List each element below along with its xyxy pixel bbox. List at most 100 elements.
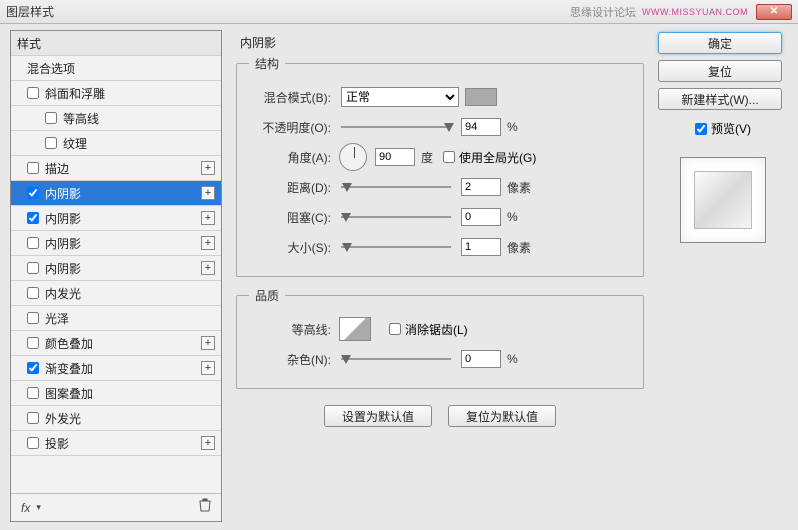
sidebar-item-5[interactable]: 内阴影 + xyxy=(11,206,221,231)
sidebar-item-10[interactable]: 颜色叠加+ xyxy=(11,331,221,356)
add-effect-icon[interactable]: + xyxy=(201,186,215,200)
size-label: 大小(S): xyxy=(249,239,331,256)
sidebar-item-label: 内阴影 xyxy=(45,185,81,202)
sidebar-item-9[interactable]: 光泽 xyxy=(11,306,221,331)
sidebar-item-label: 描边 xyxy=(45,160,69,177)
sidebar-item-12[interactable]: 图案叠加 xyxy=(11,381,221,406)
distance-input[interactable] xyxy=(461,178,501,196)
choke-slider[interactable] xyxy=(341,211,451,223)
preview-checkbox[interactable]: 预览(V) xyxy=(658,120,788,137)
size-unit: 像素 xyxy=(507,239,531,256)
reset-default-button[interactable]: 复位为默认值 xyxy=(448,405,556,427)
close-button[interactable]: ✕ xyxy=(756,4,792,20)
sidebar-item-checkbox[interactable] xyxy=(27,237,39,249)
sidebar-item-label: 内发光 xyxy=(45,285,81,302)
quality-legend: 品质 xyxy=(249,287,285,304)
shadow-color-swatch[interactable] xyxy=(465,88,497,106)
sidebar-blending-options[interactable]: 混合选项 xyxy=(11,56,221,81)
make-default-button[interactable]: 设置为默认值 xyxy=(324,405,432,427)
sidebar-item-7[interactable]: 内阴影 + xyxy=(11,256,221,281)
add-effect-icon[interactable]: + xyxy=(201,236,215,250)
global-light-checkbox[interactable]: 使用全局光(G) xyxy=(443,149,536,166)
choke-input[interactable] xyxy=(461,208,501,226)
add-effect-icon[interactable]: + xyxy=(201,361,215,375)
dialog-buttons: 确定 复位 新建样式(W)... 预览(V) xyxy=(658,30,788,522)
chevron-down-icon[interactable]: ▾ xyxy=(36,502,41,513)
preview-box xyxy=(680,157,766,243)
sidebar-item-checkbox[interactable] xyxy=(27,262,39,274)
sidebar-item-checkbox[interactable] xyxy=(27,87,39,99)
noise-slider[interactable] xyxy=(341,353,451,365)
credits-text: 思缘设计论坛 xyxy=(570,4,636,20)
sidebar-item-label: 内阴影 xyxy=(45,210,81,227)
size-slider[interactable] xyxy=(341,241,451,253)
sidebar-item-checkbox[interactable] xyxy=(27,362,39,374)
trash-icon[interactable] xyxy=(199,498,211,517)
blend-mode-select[interactable]: 正常 xyxy=(341,87,459,107)
sidebar-item-3[interactable]: 描边 + xyxy=(11,156,221,181)
add-effect-icon[interactable]: + xyxy=(201,261,215,275)
add-effect-icon[interactable]: + xyxy=(201,336,215,350)
add-effect-icon[interactable]: + xyxy=(201,211,215,225)
opacity-unit: % xyxy=(507,120,518,134)
distance-label: 距离(D): xyxy=(249,179,331,196)
sidebar-item-label: 渐变叠加 xyxy=(45,360,93,377)
sidebar-item-label: 等高线 xyxy=(63,110,99,127)
window-title: 图层样式 xyxy=(6,3,570,20)
angle-label: 角度(A): xyxy=(249,149,331,166)
add-effect-icon[interactable]: + xyxy=(201,161,215,175)
sidebar-item-checkbox[interactable] xyxy=(45,137,57,149)
sidebar-item-checkbox[interactable] xyxy=(27,412,39,424)
size-input[interactable] xyxy=(461,238,501,256)
sidebar-item-label: 内阴影 xyxy=(45,260,81,277)
sidebar-item-label: 光泽 xyxy=(45,310,69,327)
sidebar-item-8[interactable]: 内发光 xyxy=(11,281,221,306)
opacity-label: 不透明度(O): xyxy=(249,119,331,136)
sidebar-item-checkbox[interactable] xyxy=(27,162,39,174)
sidebar-item-checkbox[interactable] xyxy=(27,437,39,449)
angle-unit: 度 xyxy=(421,149,433,166)
sidebar-item-checkbox[interactable] xyxy=(27,212,39,224)
blend-mode-label: 混合模式(B): xyxy=(249,89,331,106)
quality-group: 品质 等高线: 消除锯齿(L) 杂色(N): % xyxy=(236,287,644,389)
sidebar-item-checkbox[interactable] xyxy=(27,337,39,349)
sidebar-item-label: 斜面和浮雕 xyxy=(45,85,105,102)
sidebar-item-checkbox[interactable] xyxy=(27,187,39,199)
sidebar-item-4[interactable]: 内阴影 + xyxy=(11,181,221,206)
opacity-input[interactable] xyxy=(461,118,501,136)
angle-input[interactable] xyxy=(375,148,415,166)
noise-input[interactable] xyxy=(461,350,501,368)
sidebar-item-2[interactable]: 纹理 xyxy=(11,131,221,156)
choke-unit: % xyxy=(507,210,518,224)
sidebar-item-checkbox[interactable] xyxy=(27,387,39,399)
sidebar-item-1[interactable]: 等高线 xyxy=(11,106,221,131)
credits-url: WWW.MISSYUAN.COM xyxy=(642,7,748,17)
sidebar-item-13[interactable]: 外发光 xyxy=(11,406,221,431)
sidebar-item-checkbox[interactable] xyxy=(27,312,39,324)
fx-menu[interactable]: fx xyxy=(21,501,30,515)
sidebar-item-checkbox[interactable] xyxy=(27,287,39,299)
sidebar-item-label: 内阴影 xyxy=(45,235,81,252)
ok-button[interactable]: 确定 xyxy=(658,32,782,54)
new-style-button[interactable]: 新建样式(W)... xyxy=(658,88,782,110)
sidebar-header: 样式 xyxy=(11,31,221,56)
distance-slider[interactable] xyxy=(341,181,451,193)
add-effect-icon[interactable]: + xyxy=(201,436,215,450)
sidebar-item-label: 投影 xyxy=(45,435,69,452)
sidebar-item-11[interactable]: 渐变叠加 + xyxy=(11,356,221,381)
sidebar-item-6[interactable]: 内阴影 + xyxy=(11,231,221,256)
noise-label: 杂色(N): xyxy=(249,351,331,368)
opacity-slider[interactable] xyxy=(341,121,451,133)
cancel-button[interactable]: 复位 xyxy=(658,60,782,82)
panel-title: 内阴影 xyxy=(236,34,644,51)
settings-panel: 内阴影 结构 混合模式(B): 正常 不透明度(O): % 角度(A): 度 使… xyxy=(230,30,650,522)
antialias-checkbox[interactable]: 消除锯齿(L) xyxy=(389,321,468,338)
angle-dial[interactable] xyxy=(339,143,367,171)
choke-label: 阻塞(C): xyxy=(249,209,331,226)
styles-sidebar: 样式混合选项斜面和浮雕等高线纹理描边 + 内阴影 + 内阴影 + 内阴影 + 内阴影 + 内发光光泽… xyxy=(10,30,222,522)
sidebar-item-14[interactable]: 投影 + xyxy=(11,431,221,456)
preview-swatch xyxy=(694,171,752,229)
sidebar-item-0[interactable]: 斜面和浮雕 xyxy=(11,81,221,106)
sidebar-item-checkbox[interactable] xyxy=(45,112,57,124)
contour-picker[interactable] xyxy=(339,317,371,341)
